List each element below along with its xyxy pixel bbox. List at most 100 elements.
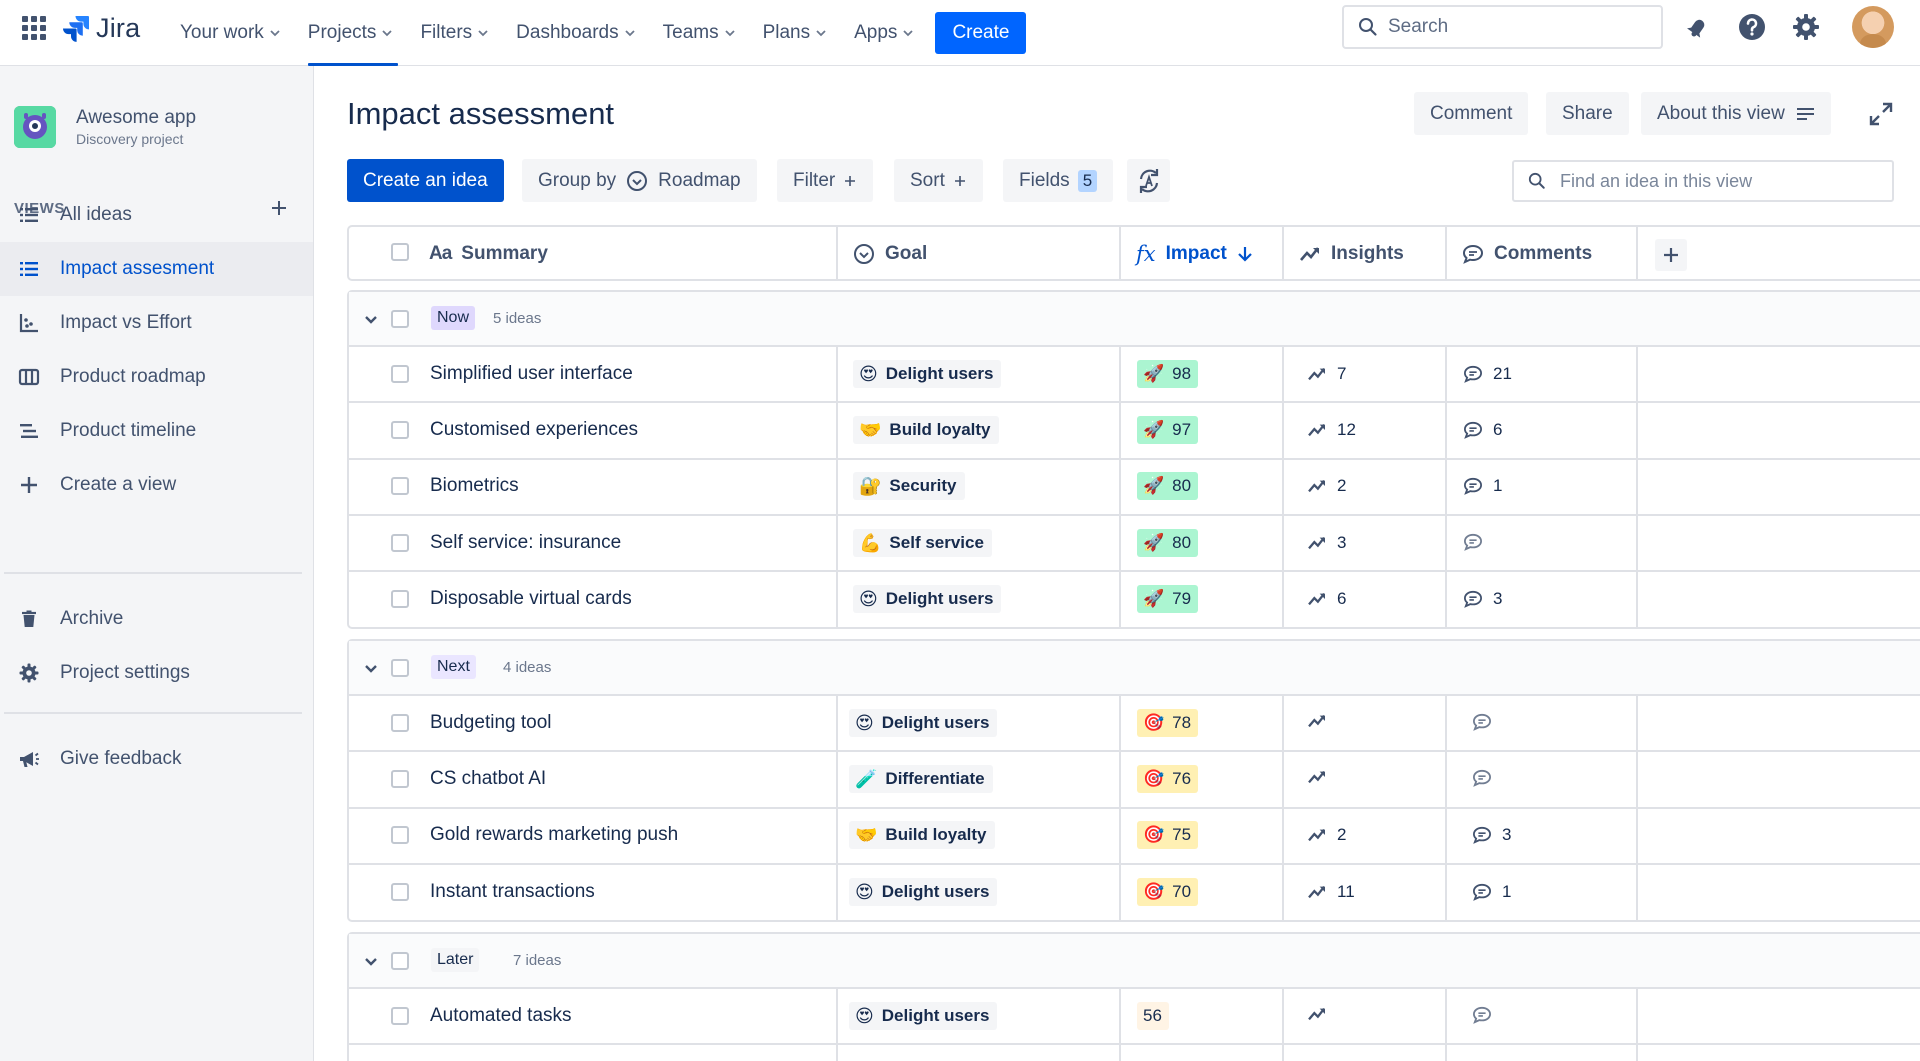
chevron-down-icon[interactable]: [364, 955, 378, 969]
insights-count[interactable]: [1307, 713, 1327, 729]
group-checkbox[interactable]: [391, 952, 409, 970]
sort-button[interactable]: Sort: [894, 159, 983, 202]
table-row[interactable]: [349, 751, 1920, 807]
sidebar-item-impact-assesment[interactable]: Impact assesment: [0, 242, 313, 296]
nav-your-work[interactable]: Your work: [166, 0, 294, 66]
about-this-view-button[interactable]: About this view: [1641, 92, 1831, 135]
sidebar-item-give-feedback[interactable]: Give feedback: [0, 732, 313, 786]
idea-summary[interactable]: Automated tasks: [430, 1005, 572, 1027]
idea-search-input[interactable]: Find an idea in this view: [1512, 160, 1894, 202]
idea-summary[interactable]: Self service: insurance: [430, 532, 621, 554]
goal-tag[interactable]: 😍 Delight users: [853, 585, 1002, 613]
insights-count[interactable]: 7: [1307, 364, 1346, 384]
comments-count[interactable]: 6: [1463, 420, 1502, 440]
table-row[interactable]: [349, 988, 1920, 1044]
row-checkbox[interactable]: [391, 770, 409, 788]
insights-count[interactable]: [1307, 769, 1327, 785]
comment-button[interactable]: Comment: [1414, 92, 1529, 135]
comments-count[interactable]: [1472, 713, 1492, 731]
idea-summary[interactable]: Budgeting tool: [430, 712, 552, 734]
create-button[interactable]: Create: [935, 12, 1027, 54]
column-header-impact[interactable]: fx Impact: [1136, 229, 1253, 279]
sidebar-item-product-timeline[interactable]: Product timeline: [0, 404, 313, 458]
global-search-input[interactable]: Search: [1342, 5, 1663, 49]
goal-tag[interactable]: 🔐 Security: [853, 472, 965, 500]
row-checkbox[interactable]: [391, 365, 409, 383]
insights-count[interactable]: 2: [1307, 476, 1346, 496]
goal-tag[interactable]: 😍 Delight users: [849, 709, 998, 737]
row-checkbox[interactable]: [391, 826, 409, 844]
add-column-button[interactable]: [1655, 239, 1687, 271]
fields-button[interactable]: Fields 5: [1003, 159, 1114, 202]
row-checkbox[interactable]: [391, 477, 409, 495]
sidebar-item-archive[interactable]: Archive: [0, 592, 313, 646]
filter-button[interactable]: Filter: [777, 159, 874, 202]
table-row[interactable]: [349, 458, 1920, 514]
autosort-button[interactable]: [1127, 159, 1170, 202]
notifications-icon[interactable]: [1684, 12, 1714, 42]
row-checkbox[interactable]: [391, 714, 409, 732]
goal-tag[interactable]: 🧪 Differentiate: [849, 765, 993, 793]
select-all-checkbox[interactable]: [391, 243, 409, 261]
row-checkbox[interactable]: [391, 421, 409, 439]
settings-icon[interactable]: [1791, 12, 1821, 42]
project-header[interactable]: Awesome app Discovery project: [14, 106, 196, 148]
row-checkbox[interactable]: [391, 1007, 409, 1025]
comments-count[interactable]: 1: [1472, 882, 1511, 902]
comments-count[interactable]: [1472, 1006, 1492, 1024]
nav-apps[interactable]: Apps: [840, 0, 927, 66]
sidebar-item-project-settings[interactable]: Project settings: [0, 646, 313, 700]
row-checkbox[interactable]: [391, 534, 409, 552]
insights-count[interactable]: 11: [1307, 882, 1355, 902]
idea-summary[interactable]: Biometrics: [430, 475, 519, 497]
comments-count[interactable]: [1463, 533, 1483, 551]
comments-count[interactable]: 21: [1463, 364, 1512, 384]
nav-filters[interactable]: Filters: [406, 0, 502, 66]
insights-count[interactable]: 2: [1307, 825, 1346, 845]
help-icon[interactable]: [1737, 12, 1767, 42]
jira-logo[interactable]: Jira: [62, 12, 140, 44]
column-header-summary[interactable]: Aa Summary: [429, 229, 548, 279]
idea-summary[interactable]: Customised experiences: [430, 419, 638, 441]
row-checkbox[interactable]: [391, 590, 409, 608]
comments-count[interactable]: 1: [1463, 476, 1502, 496]
goal-tag[interactable]: 🤝 Build loyalty: [849, 821, 995, 849]
group-by-button[interactable]: Group by Roadmap: [522, 159, 757, 202]
goal-tag[interactable]: 😍 Delight users: [849, 878, 998, 906]
insights-count[interactable]: 12: [1307, 420, 1356, 440]
chevron-down-icon[interactable]: [364, 662, 378, 676]
user-avatar[interactable]: [1852, 6, 1894, 48]
goal-tag[interactable]: 🤝 Build loyalty: [853, 416, 999, 444]
idea-summary[interactable]: CS chatbot AI: [430, 768, 546, 790]
share-button[interactable]: Share: [1546, 92, 1629, 135]
idea-summary[interactable]: Gold rewards marketing push: [430, 824, 678, 846]
idea-summary[interactable]: Simplified user interface: [430, 363, 633, 385]
column-header-goal[interactable]: Goal: [853, 229, 927, 279]
comments-count[interactable]: [1472, 769, 1492, 787]
insights-count[interactable]: 3: [1307, 533, 1346, 553]
insights-count[interactable]: 6: [1307, 589, 1346, 609]
goal-tag[interactable]: 💪 Self service: [853, 529, 992, 557]
group-checkbox[interactable]: [391, 659, 409, 677]
nav-projects[interactable]: Projects: [294, 0, 407, 66]
group-checkbox[interactable]: [391, 310, 409, 328]
idea-summary[interactable]: Disposable virtual cards: [430, 588, 632, 610]
sidebar-item-impact-vs-effort[interactable]: Impact vs Effort: [0, 296, 313, 350]
sidebar-item-product-roadmap[interactable]: Product roadmap: [0, 350, 313, 404]
insights-count[interactable]: [1307, 1006, 1327, 1022]
chevron-down-icon[interactable]: [364, 313, 378, 327]
nav-dashboards[interactable]: Dashboards: [502, 0, 648, 66]
nav-plans[interactable]: Plans: [749, 0, 841, 66]
sidebar-item-all-ideas[interactable]: All ideas: [0, 188, 313, 242]
expand-icon[interactable]: [1868, 101, 1894, 127]
sidebar-item-create-view[interactable]: Create a view: [0, 458, 313, 512]
goal-tag[interactable]: 😍 Delight users: [849, 1002, 998, 1030]
comments-count[interactable]: 3: [1472, 825, 1511, 845]
comments-count[interactable]: 3: [1463, 589, 1502, 609]
table-row[interactable]: [349, 695, 1920, 751]
idea-summary[interactable]: Instant transactions: [430, 881, 595, 903]
nav-teams[interactable]: Teams: [649, 0, 749, 66]
row-checkbox[interactable]: [391, 883, 409, 901]
app-switcher-icon[interactable]: [22, 16, 46, 40]
column-header-insights[interactable]: Insights: [1299, 229, 1404, 279]
